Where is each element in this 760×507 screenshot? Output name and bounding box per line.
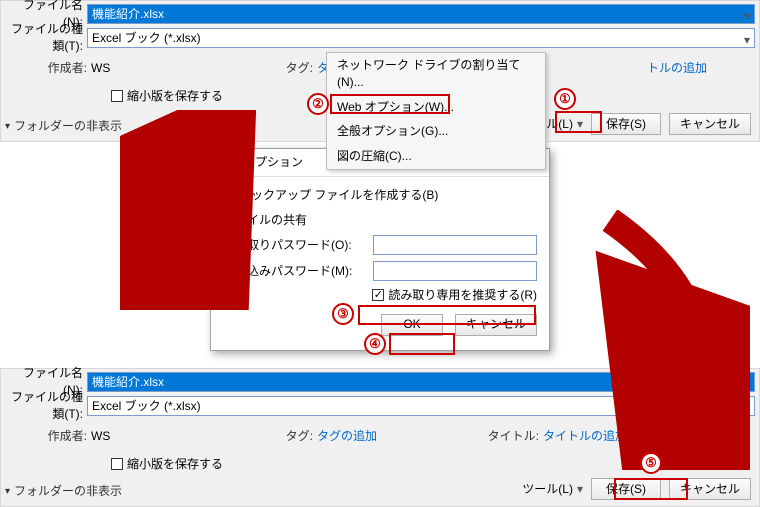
filetype-value: Excel ブック (*.xlsx) xyxy=(92,30,201,47)
menu-item-generaloptions[interactable]: 全般オプション(G)... xyxy=(327,119,545,144)
save-dialog-bottom: ファイル名(N): 機能紹介.xlsx ▾ ファイルの種類(T): Excel … xyxy=(0,368,760,507)
checkbox-icon xyxy=(111,458,123,470)
folders-toggle-label: フォルダーの非表示 xyxy=(14,483,122,500)
save-button[interactable]: 保存(S) xyxy=(591,478,661,500)
thumbnail-checkbox[interactable]: 縮小版を保存する xyxy=(111,88,223,105)
callout-number-5: ⑤ xyxy=(640,452,662,474)
ok-button[interactable]: OK xyxy=(381,314,443,336)
chevron-down-icon: ▾ xyxy=(577,481,583,498)
filename-value: 機能紹介.xlsx xyxy=(92,374,164,391)
folders-toggle-label: フォルダーの非表示 xyxy=(14,118,122,135)
button-bar: ツール(L) ▾ 保存(S) キャンセル xyxy=(522,113,751,135)
readonly-recommend-checkbox[interactable]: 読み取り専用を推奨する(R) xyxy=(372,287,537,304)
callout-number-2: ② xyxy=(307,93,329,115)
tools-dropdown[interactable]: ツール(L) ▾ xyxy=(522,481,583,498)
chevron-down-icon: ▾ xyxy=(577,116,583,133)
menu-item-picturecompress[interactable]: 図の圧縮(C)... xyxy=(327,144,545,169)
checkbox-icon xyxy=(223,189,235,201)
filetype-select[interactable]: Excel ブック (*.xlsx) ▾ xyxy=(87,396,755,416)
tools-label: ツール(L) xyxy=(522,481,573,498)
chevron-down-icon[interactable]: ▾ xyxy=(744,400,750,417)
thumbnail-checkbox-label: 縮小版を保存する xyxy=(127,88,223,105)
file-sharing-label: ファイルの共有 xyxy=(223,212,537,229)
checkbox-checked-icon xyxy=(372,289,384,301)
general-options-dialog: 全般オプション ? ✕ バックアップ ファイルを作成する(B) ファイルの共有 … xyxy=(210,148,550,351)
button-bar: ツール(L) ▾ 保存(S) キャンセル xyxy=(522,478,751,500)
filename-value: 機能紹介.xlsx xyxy=(92,6,164,23)
folders-toggle[interactable]: ▾ フォルダーの非表示 xyxy=(5,118,122,135)
filename-input[interactable]: 機能紹介.xlsx ▾ xyxy=(87,372,755,392)
dialog-cancel-button[interactable]: キャンセル xyxy=(455,314,537,336)
tools-menu: ネットワーク ドライブの割り当て(N)... Web オプション(W)... 全… xyxy=(326,52,546,170)
backup-checkbox-label: バックアップ ファイルを作成する(B) xyxy=(239,187,438,204)
save-button[interactable]: 保存(S) xyxy=(591,113,661,135)
filetype-select[interactable]: Excel ブック (*.xlsx) ▾ xyxy=(87,28,755,48)
menu-item-network[interactable]: ネットワーク ドライブの割り当て(N)... xyxy=(327,53,545,95)
callout-number-4: ④ xyxy=(364,333,386,355)
readonly-recommend-label: 読み取り専用を推奨する(R) xyxy=(388,287,537,304)
cancel-button[interactable]: キャンセル xyxy=(669,478,751,500)
filetype-value: Excel ブック (*.xlsx) xyxy=(92,398,201,415)
filetype-label: ファイルの種類(T): xyxy=(5,21,87,55)
chevron-down-icon: ▾ xyxy=(5,485,10,499)
author-value[interactable]: WS xyxy=(87,60,257,77)
callout-number-3: ③ xyxy=(332,303,354,325)
backup-checkbox[interactable]: バックアップ ファイルを作成する(B) xyxy=(223,187,438,204)
thumbnail-checkbox[interactable]: 縮小版を保存する xyxy=(111,456,223,473)
chevron-down-icon[interactable]: ▾ xyxy=(744,32,750,49)
dialog-title: 全般オプション xyxy=(219,154,303,171)
read-password-input[interactable] xyxy=(373,235,537,255)
cancel-button[interactable]: キャンセル xyxy=(669,113,751,135)
menu-item-weboptions[interactable]: Web オプション(W)... xyxy=(327,95,545,120)
tag-value[interactable]: タグの追加 xyxy=(313,428,483,445)
filename-input[interactable]: 機能紹介.xlsx ▾ xyxy=(87,4,755,24)
callout-number-1: ① xyxy=(554,88,576,110)
title-label: タイトル: xyxy=(483,428,539,445)
title-value[interactable]: タイトルの追加 xyxy=(539,428,627,445)
tag-label: タグ: xyxy=(257,428,313,445)
filetype-label: ファイルの種類(T): xyxy=(5,389,87,423)
write-password-label: 書き込みパスワード(M): xyxy=(223,263,373,280)
chevron-down-icon[interactable]: ▾ xyxy=(744,8,750,25)
author-value[interactable]: WS xyxy=(87,428,257,445)
tag-label: タグ: xyxy=(257,60,313,77)
author-label: 作成者: xyxy=(5,428,87,445)
folders-toggle[interactable]: ▾ フォルダーの非表示 xyxy=(5,483,122,500)
title-value[interactable]: トルの追加 xyxy=(643,60,707,77)
author-label: 作成者: xyxy=(5,60,87,77)
write-password-input[interactable] xyxy=(373,261,537,281)
thumbnail-checkbox-label: 縮小版を保存する xyxy=(127,456,223,473)
chevron-down-icon: ▾ xyxy=(5,120,10,134)
chevron-down-icon[interactable]: ▾ xyxy=(744,376,750,393)
read-password-label: 読み取りパスワード(O): xyxy=(223,237,373,254)
checkbox-icon xyxy=(111,90,123,102)
